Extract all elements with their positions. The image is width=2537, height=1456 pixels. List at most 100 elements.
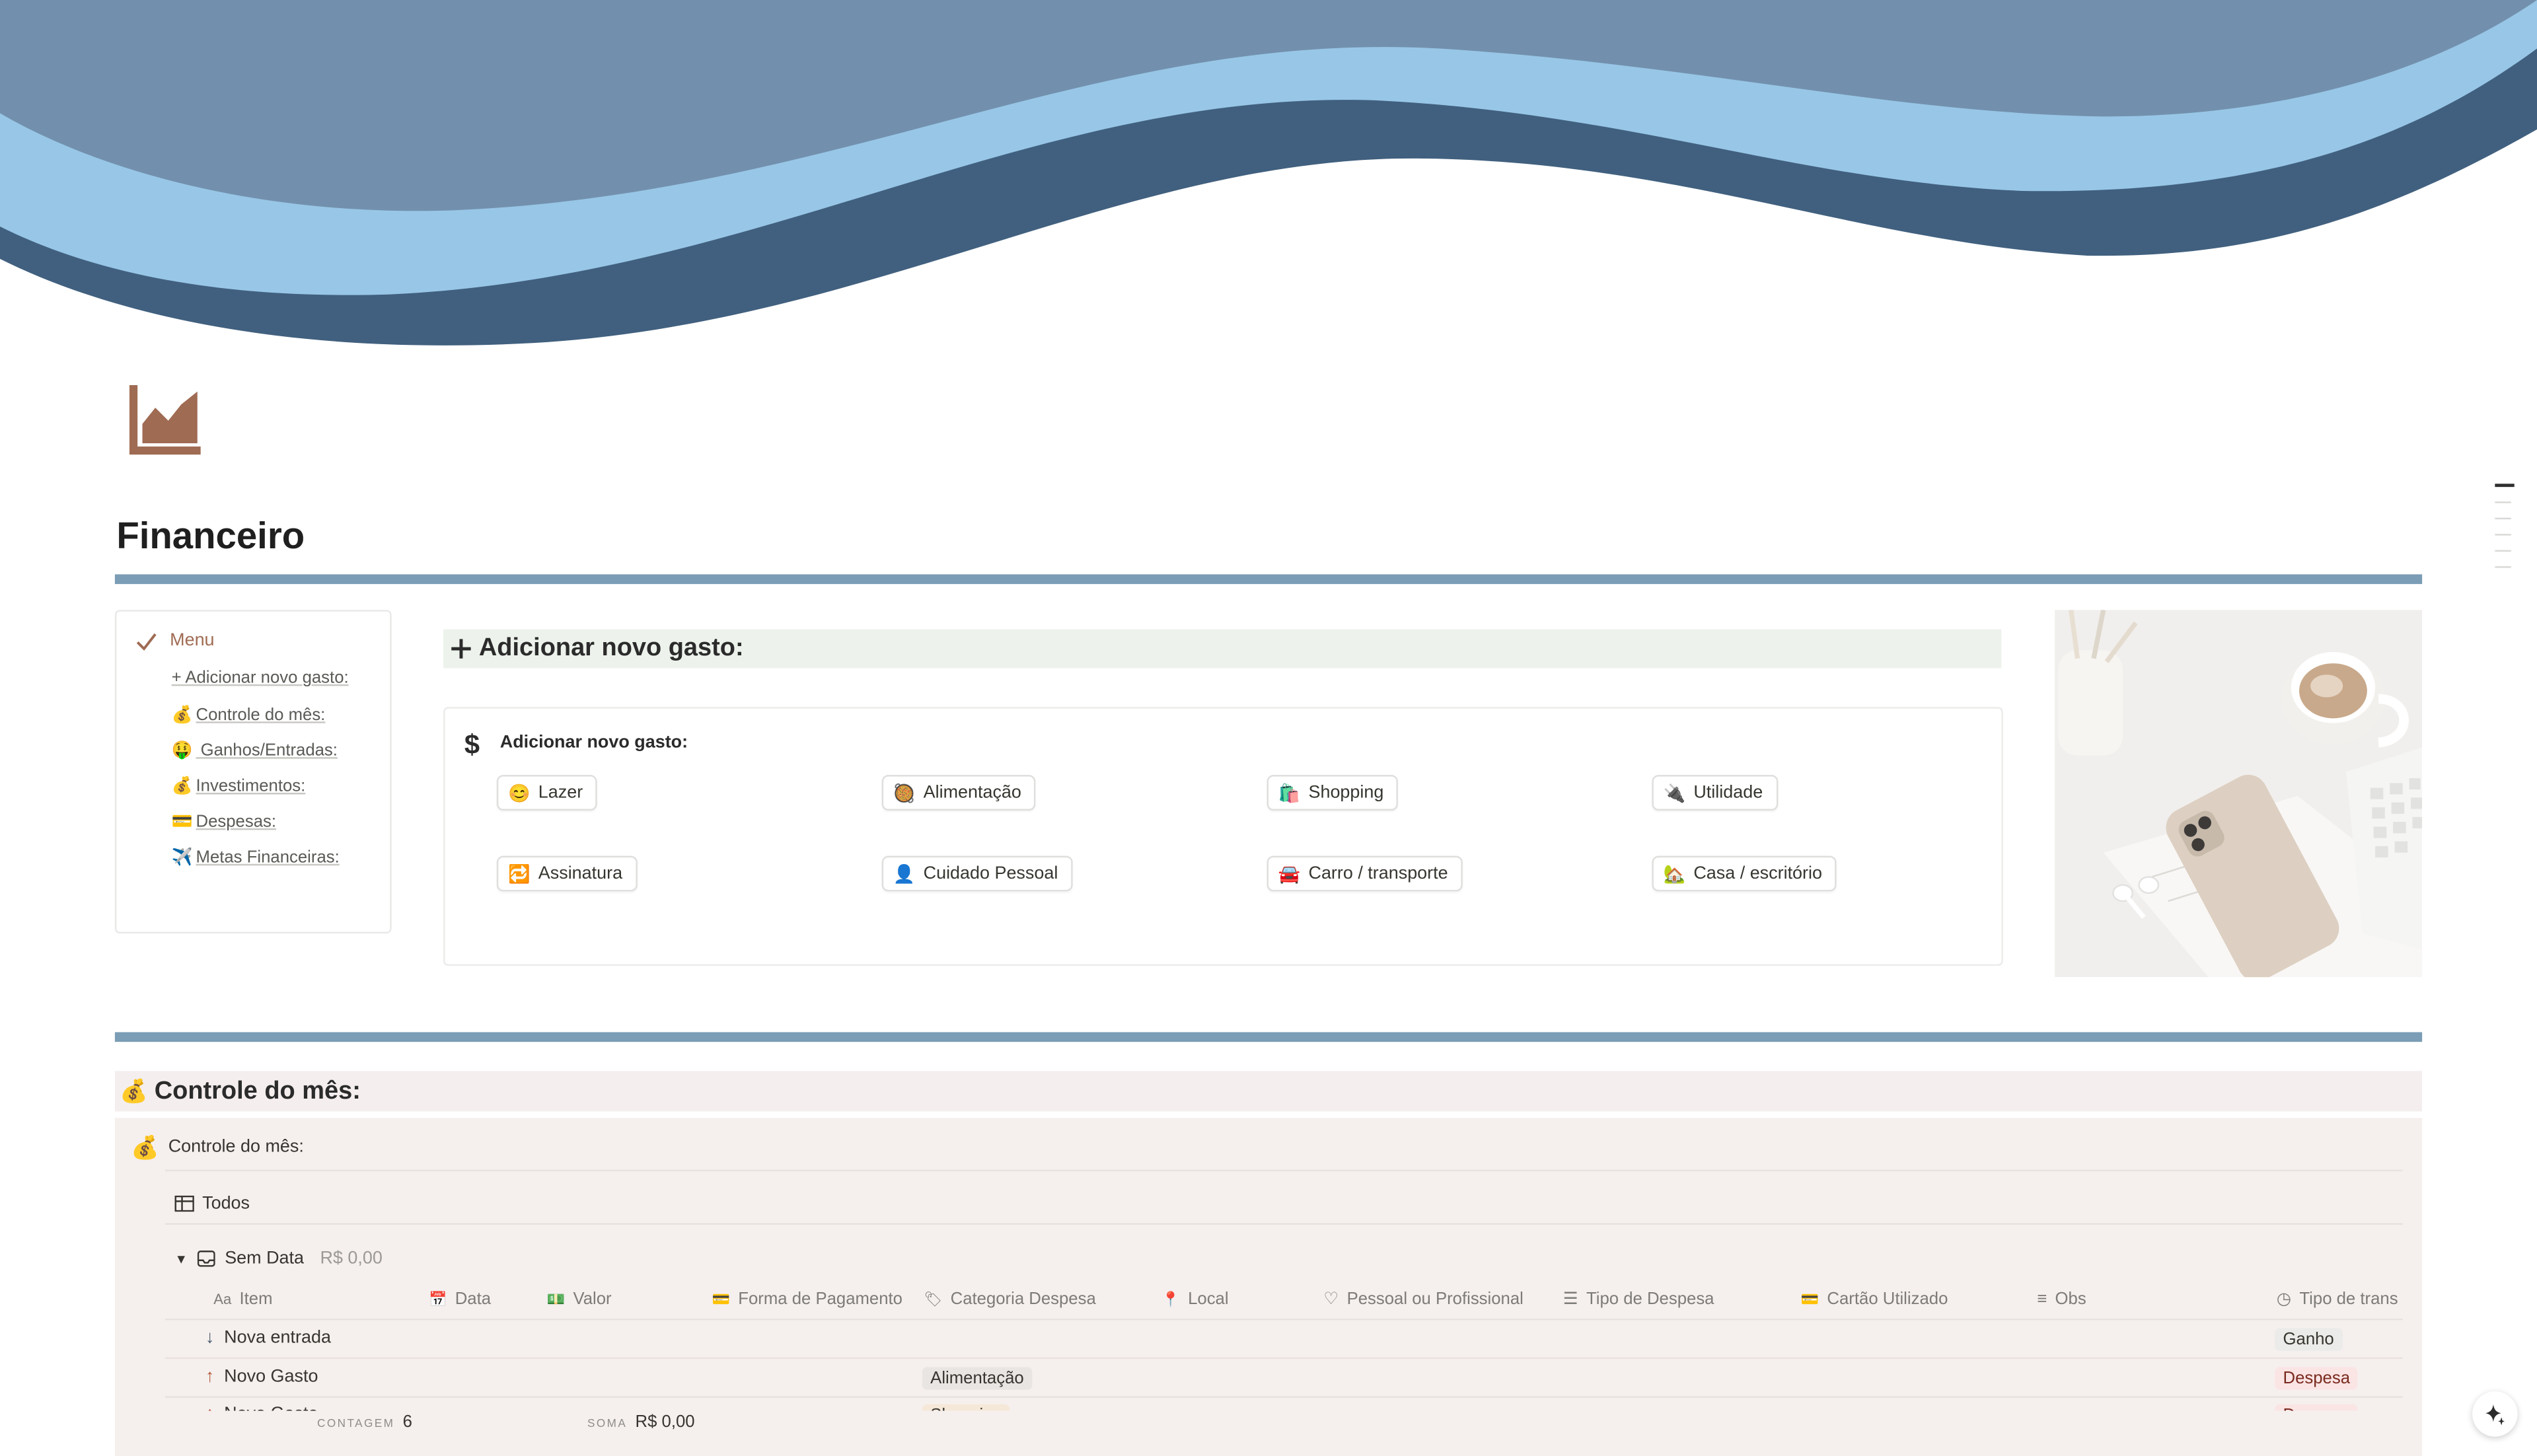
toc-indicator-active[interactable]: [2495, 484, 2515, 488]
money-face-icon: 🤑: [171, 741, 193, 761]
toc-indicator[interactable]: [2495, 517, 2511, 520]
add-expense-buttons-block: $ Adicionar novo gasto: 😊 Lazer 🥘 Alimen…: [443, 707, 2003, 966]
divider: [114, 574, 2423, 585]
menu-callout: Menu + Adicionar novo gasto: 💰 Controle d…: [114, 610, 392, 934]
triangle-down-icon[interactable]: ▼: [174, 1251, 187, 1266]
column-header-tipo-despesa[interactable]: ☰ Tipo de Despesa: [1563, 1290, 1714, 1309]
person-icon: 👤: [893, 864, 916, 885]
column-header-cartao[interactable]: 💳 Cartão Utilizado: [1801, 1290, 1948, 1309]
money-bag-icon: 💰: [120, 1077, 148, 1104]
desk-photo-image[interactable]: [2055, 610, 2423, 978]
toc-indicator[interactable]: [2495, 550, 2511, 552]
repeat-icon: 🔁: [507, 864, 531, 885]
food-icon: 🥘: [893, 783, 916, 803]
card-icon: 💳: [712, 1290, 731, 1307]
checkmark-icon: [136, 632, 157, 650]
text-lines-icon: ≡: [2037, 1289, 2047, 1309]
divider: [114, 1032, 2423, 1042]
categoria-tag[interactable]: Shopping: [922, 1404, 1011, 1411]
control-heading-text: Controle do mês:: [154, 1076, 361, 1105]
shopping-bags-icon: 🛍️: [1278, 783, 1301, 803]
column-header-local[interactable]: 📍 Local: [1161, 1290, 1228, 1309]
sparkle-icon: [2485, 1404, 2505, 1426]
toc-indicator[interactable]: [2495, 566, 2511, 568]
column-header-tipo-trans[interactable]: ◷ Tipo de trans: [2277, 1290, 2398, 1309]
menu-link-metas[interactable]: ✈️ Metas Financeiras:: [172, 846, 340, 867]
table-row[interactable]: ↓ Nova entrada: [205, 1329, 331, 1348]
add-expense-block-title: Adicionar novo gasto:: [499, 733, 688, 752]
calendar-icon: 📅: [428, 1290, 447, 1307]
button-lazer[interactable]: 😊 Lazer: [496, 775, 598, 811]
money-icon: 💵: [546, 1290, 566, 1307]
button-utilidade[interactable]: 🔌 Utilidade: [1652, 775, 1778, 811]
smile-icon: 😊: [507, 783, 531, 803]
column-header-valor[interactable]: 💵 Valor: [547, 1290, 612, 1309]
column-header-pessoal-profissional[interactable]: ♡ Pessoal ou Profissional: [1323, 1290, 1524, 1309]
sum-aggregate[interactable]: SOMA R$ 0,00: [587, 1412, 695, 1432]
plug-icon: 🔌: [1663, 783, 1686, 803]
tag-icon: 🏷: [924, 1290, 943, 1307]
count-aggregate[interactable]: CONTAGEM 6: [317, 1412, 412, 1432]
list-icon: ☰: [1563, 1289, 1578, 1309]
card-icon: 💳: [1800, 1290, 1820, 1307]
add-expense-heading: Adicionar novo gasto:: [443, 629, 2002, 669]
house-icon: 🏡: [1663, 864, 1686, 885]
page-canvas: Financeiro Menu + Adicionar novo gasto: …: [0, 0, 2537, 1456]
table-icon: [174, 1195, 194, 1212]
money-bag-icon: 💰: [131, 1134, 160, 1160]
tipo-tag[interactable]: Despesa: [2275, 1404, 2359, 1411]
divider: [165, 1357, 2403, 1360]
money-bag-icon: 💰: [171, 705, 193, 725]
arrow-up-icon: ↑: [205, 1404, 214, 1411]
toc-indicator[interactable]: [2495, 534, 2511, 536]
credit-card-icon: 💳: [171, 812, 193, 832]
column-header-data[interactable]: 📅 Data: [429, 1290, 491, 1309]
row-clip: ↑ Novo Gasto Shopping Despesa: [115, 1398, 2422, 1411]
divider: [165, 1318, 2403, 1321]
toc-indicator[interactable]: [2495, 501, 2511, 503]
add-expense-heading-text: Adicionar novo gasto:: [478, 634, 744, 662]
table-row[interactable]: ↑ Novo Gasto: [205, 1404, 318, 1411]
view-tab-todos[interactable]: Todos: [174, 1194, 250, 1214]
button-carro-transporte[interactable]: 🚘 Carro / transporte: [1267, 855, 1463, 892]
car-icon: 🚘: [1278, 864, 1301, 885]
menu-link-despesas[interactable]: 💳 Despesas:: [171, 811, 276, 832]
menu-link-ganhos[interactable]: 🤑 Ganhos/Entradas:: [172, 739, 338, 760]
column-header-forma-pagamento[interactable]: 💳 Forma de Pagamento: [712, 1290, 902, 1309]
arrow-up-icon: ↑: [205, 1367, 215, 1387]
button-shopping[interactable]: 🛍️ Shopping: [1267, 775, 1399, 811]
heart-icon: ♡: [1323, 1289, 1339, 1309]
table-row[interactable]: ↑ Novo Gasto: [205, 1367, 318, 1386]
cover-image[interactable]: [0, 0, 2537, 373]
categoria-tag[interactable]: Alimentação: [922, 1367, 1032, 1390]
page-title: Financeiro: [116, 514, 305, 557]
menu-header-label: Menu: [170, 631, 215, 651]
menu-header: Menu: [136, 631, 215, 650]
area-chart-icon[interactable]: [126, 384, 204, 456]
column-header-categoria[interactable]: 🏷 Categoria Despesa: [924, 1290, 1095, 1309]
database-title[interactable]: Controle do mês:: [168, 1138, 304, 1157]
pin-icon: 📍: [1161, 1290, 1180, 1307]
tipo-tag[interactable]: Despesa: [2275, 1367, 2359, 1390]
menu-link-controle[interactable]: 💰 Controle do mês:: [172, 704, 326, 725]
airplane-icon: ✈️: [171, 848, 193, 867]
button-cuidado-pessoal[interactable]: 👤 Cuidado Pessoal: [881, 855, 1073, 892]
menu-link-adicionar[interactable]: + Adicionar novo gasto:: [172, 668, 349, 687]
group-sum: R$ 0,00: [320, 1249, 383, 1269]
control-callout: 💰 Controle do mês: Todos ▼ Sem Data R$ 0…: [114, 1118, 2423, 1456]
column-header-item[interactable]: Aa Item: [213, 1290, 272, 1309]
control-heading: 💰 Controle do mês:: [114, 1071, 2423, 1112]
plus-icon: [451, 639, 471, 659]
button-alimentacao[interactable]: 🥘 Alimentação: [881, 775, 1036, 811]
menu-link-investimentos[interactable]: 💰 Investimentos:: [172, 775, 306, 796]
column-header-obs[interactable]: ≡ Obs: [2037, 1290, 2086, 1309]
money-bag-icon: 💰: [171, 776, 193, 796]
divider: [165, 1223, 2403, 1225]
divider: [165, 1169, 2403, 1172]
tipo-tag[interactable]: Ganho: [2275, 1328, 2342, 1351]
button-assinatura[interactable]: 🔁 Assinatura: [496, 855, 638, 892]
group-sem-data[interactable]: ▼ Sem Data R$ 0,00: [174, 1249, 382, 1268]
button-casa-escritorio[interactable]: 🏡 Casa / escritório: [1652, 855, 1837, 892]
inbox-icon: [197, 1251, 215, 1267]
ai-assistant-button[interactable]: [2472, 1391, 2518, 1437]
